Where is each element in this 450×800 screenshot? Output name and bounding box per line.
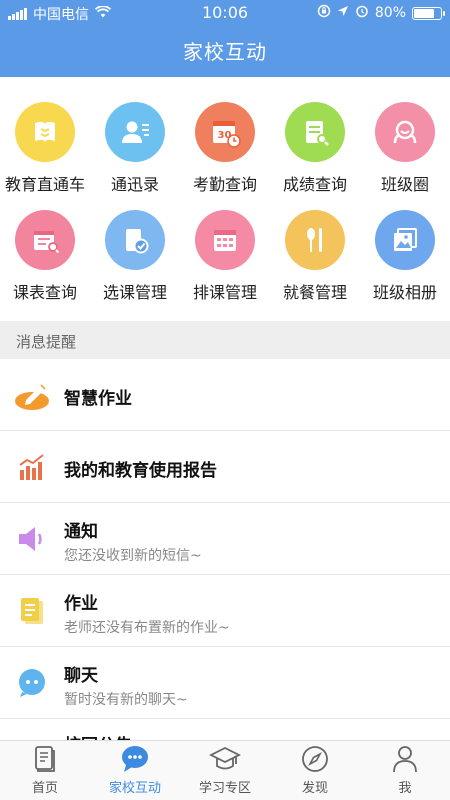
grid-label: 班级相册: [372, 283, 437, 302]
battery-percent: 80%: [374, 5, 406, 21]
spoon-knife-icon: [285, 210, 345, 270]
list-item-title: 作业: [64, 594, 98, 614]
grid-item-timetable[interactable]: 课表查询: [0, 210, 90, 303]
list-item-homework[interactable]: 作业 老师还没有布置新的作业~: [0, 575, 450, 647]
tab-label: 发现: [301, 781, 328, 796]
chat-icon: [14, 665, 50, 701]
grid-item-class-album[interactable]: 班级相册: [360, 210, 450, 303]
speaker-icon: [14, 521, 50, 557]
tab-label: 家校互动: [108, 781, 161, 796]
tab-home[interactable]: 首页: [0, 741, 90, 800]
tab-label: 学习专区: [198, 781, 251, 796]
list-item-title: 智慧作业: [64, 389, 132, 409]
class-circle-icon: [375, 102, 435, 162]
grid-item-grades[interactable]: 成绩查询: [270, 102, 360, 195]
list-item-chat[interactable]: 聊天 暂时没有新的聊天~: [0, 647, 450, 719]
tab-learning-zone[interactable]: 学习专区: [180, 741, 270, 800]
graduation-cap-icon: [180, 741, 270, 773]
list-item-subtitle: 暂时没有新的聊天~: [64, 692, 188, 708]
grid-label: 选课管理: [102, 283, 167, 302]
alarm-icon: [355, 4, 369, 22]
contacts-icon: [105, 102, 165, 162]
grid-item-attendance[interactable]: 30 考勤查询: [180, 102, 270, 195]
list-item-subtitle: 老师还没有布置新的作业~: [64, 620, 230, 636]
orientation-lock-icon: [317, 4, 331, 22]
home-doc-icon: [0, 741, 90, 773]
location-icon: [337, 5, 349, 21]
book-icon: [15, 102, 75, 162]
grid-label: 通迅录: [110, 175, 159, 194]
grid-label: 课表查询: [12, 283, 77, 302]
tab-label: 首页: [31, 781, 58, 796]
list-item-subtitle: 您还没收到新的短信~: [64, 548, 202, 564]
battery-icon: [412, 6, 445, 20]
schedule-search-icon: [15, 210, 75, 270]
announcement-icon: [14, 733, 50, 740]
grid-item-contacts[interactable]: 通迅录: [90, 102, 180, 195]
grid-label: 班级圈: [380, 175, 429, 194]
list-item-title: 我的和教育使用报告: [64, 461, 217, 481]
calendar-clock-icon: 30: [195, 102, 255, 162]
function-grid: 教育直通车 通迅录 30 考勤查询 成绩查询 班级圈 课表查询 选课管理 排课管…: [0, 77, 450, 321]
compass-icon: [270, 741, 360, 773]
person-icon: [360, 741, 450, 773]
list-item-title: 通知: [64, 522, 98, 542]
list-item-usage-report[interactable]: 我的和教育使用报告: [0, 431, 450, 503]
section-header-message-reminders: 消息提醒: [0, 321, 450, 359]
grid-item-dining[interactable]: 就餐管理: [270, 210, 360, 303]
grid-item-education-express[interactable]: 教育直通车: [0, 102, 90, 195]
page-title: 家校互动: [183, 40, 267, 64]
list-item-smart-homework[interactable]: 智慧作业: [0, 359, 450, 431]
report-search-icon: [285, 102, 345, 162]
homework-icon: [14, 593, 50, 629]
bar-chart-icon: [14, 449, 50, 485]
grid-item-class-circle[interactable]: 班级圈: [360, 102, 450, 195]
app-header: 中国电信 10:06 80% 家校互动: [0, 0, 450, 77]
list-item-notifications[interactable]: 通知 您还没收到新的短信~: [0, 503, 450, 575]
status-bar: 中国电信 10:06 80%: [0, 0, 450, 26]
tab-discover[interactable]: 发现: [270, 741, 360, 800]
grid-item-course-selection[interactable]: 选课管理: [90, 210, 180, 303]
tab-label: 我: [398, 781, 412, 796]
list-item-title: 聊天: [64, 666, 98, 686]
list-item-campus-announcement[interactable]: 校园公告: [0, 719, 450, 740]
tab-home-school[interactable]: 家校互动: [90, 741, 180, 800]
calendar-grid-icon: [195, 210, 255, 270]
photo-album-icon: [375, 210, 435, 270]
grid-label: 教育直通车: [4, 175, 85, 194]
grid-label: 就餐管理: [282, 283, 347, 302]
course-select-icon: [105, 210, 165, 270]
tab-me[interactable]: 我: [360, 741, 450, 800]
grid-label: 排课管理: [192, 283, 257, 302]
list-item-title: 校园公告: [64, 731, 132, 740]
grid-label: 考勤查询: [192, 175, 257, 194]
grid-label: 成绩查询: [282, 175, 347, 194]
chat-bubble-icon: [90, 741, 180, 773]
message-list: 智慧作业 我的和教育使用报告 通知 您还没收到新的短信~ 作业 老师还没有布置新…: [0, 359, 450, 740]
grid-item-scheduling[interactable]: 排课管理: [180, 210, 270, 303]
bottom-tab-bar: 首页 家校互动 学习专区 发现 我: [0, 740, 450, 800]
pencil-icon: [14, 377, 50, 413]
